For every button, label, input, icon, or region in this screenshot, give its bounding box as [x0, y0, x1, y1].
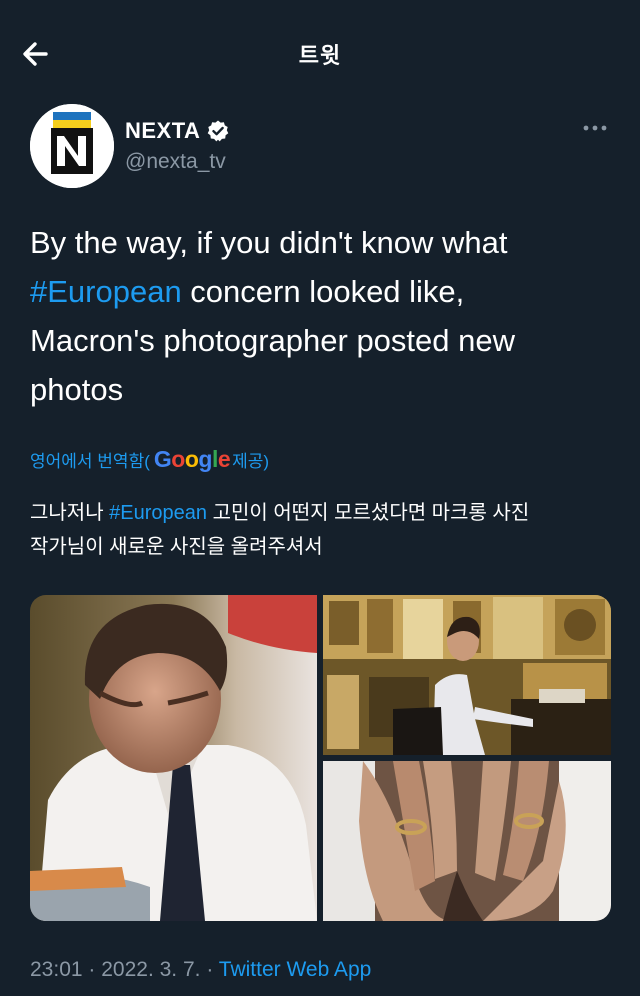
verified-badge-icon — [208, 120, 229, 142]
author-name-row: NEXTA — [125, 118, 230, 144]
tweet-line: photos — [30, 372, 124, 407]
photo-macron-portrait — [30, 595, 317, 921]
ellipsis-icon — [583, 125, 607, 131]
photo-2[interactable] — [323, 595, 611, 755]
hashtag-link[interactable]: #European — [109, 502, 207, 524]
source-app-link[interactable]: Twitter Web App — [219, 958, 372, 981]
more-options-button[interactable] — [580, 118, 610, 138]
photo-3[interactable] — [323, 761, 611, 921]
google-logo: Google — [153, 446, 231, 472]
tweet-line-rest: concern looked like, — [181, 274, 465, 309]
photo-1[interactable] — [30, 595, 317, 921]
translated-line: 작가님이 새로운 사진을 올려주셔서 — [30, 536, 323, 558]
author-handle[interactable]: @nexta_tv — [125, 150, 226, 174]
tweet-line: By the way, if you didn't know what — [30, 225, 508, 260]
translated-text: 그나저나 #European 고민이 어떤지 모르셨다면 마크롱 사진 작가님이… — [30, 496, 620, 564]
tweet-author: NEXTA @nexta_tv — [30, 104, 610, 192]
photo-clasped-hands — [323, 761, 611, 921]
media-grid — [30, 595, 611, 921]
hashtag-link[interactable]: #European — [30, 274, 182, 309]
tweet-time: 23:01 — [30, 958, 83, 981]
translate-prefix: 영어에서 번역함( — [30, 452, 150, 471]
tweet-line: #European concern looked like, — [30, 267, 610, 316]
top-bar: 트윗 — [0, 0, 640, 104]
nexta-logo-icon — [30, 104, 114, 188]
tweet-line: Macron's photographer posted new — [30, 323, 515, 358]
translate-suffix: 제공) — [232, 452, 270, 471]
tweet-date: 2022. 3. 7. — [101, 958, 201, 981]
photo-office-interior — [323, 595, 611, 755]
translated-line: 그나저나 #European 고민이 어떤지 모르셨다면 마크롱 사진 — [30, 502, 530, 524]
author-name[interactable]: NEXTA — [125, 118, 200, 144]
avatar[interactable] — [30, 104, 114, 188]
translated-by-link[interactable]: 영어에서 번역함( Google 제공) — [30, 446, 269, 473]
page-title: 트윗 — [298, 43, 342, 68]
tweet-text: By the way, if you didn't know what #Eur… — [30, 218, 610, 414]
tweet-meta: 23:01 · 2022. 3. 7. · Twitter Web App — [30, 958, 372, 981]
